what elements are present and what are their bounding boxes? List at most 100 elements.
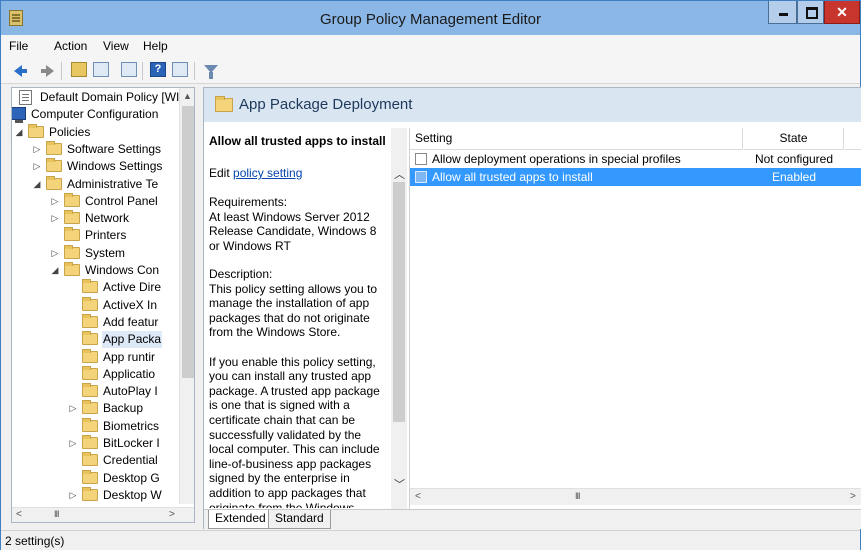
tree-item-label: Computer Configuration <box>31 107 159 122</box>
tree-item-label: Desktop W <box>103 487 162 502</box>
tree-item-label: AutoPlay I <box>103 384 158 399</box>
expand-arrow-icon[interactable]: ▷ <box>68 435 78 452</box>
folder-icon <box>82 452 98 467</box>
details-title: App Package Deployment <box>239 96 413 113</box>
expand-arrow-icon[interactable]: ▷ <box>32 158 42 175</box>
tree-item-label: Add featur <box>103 314 159 329</box>
folder-icon <box>64 210 80 225</box>
tree-item-label: Default Domain Policy [WIN <box>40 90 189 104</box>
title-bar[interactable]: Group Policy Management Editor ✕ <box>1 1 860 35</box>
scroll-down-icon[interactable]: ﹀ <box>394 476 405 492</box>
tree-item-label: Administrative Te <box>67 176 159 191</box>
scroll-up-icon[interactable]: ▲ <box>183 91 192 101</box>
tree-item-label: Network <box>85 211 130 226</box>
description-text: Description: This policy setting allows … <box>209 267 380 508</box>
computer-icon <box>12 107 26 124</box>
description-scrollbar[interactable]: ︿ ﹀ <box>391 128 407 510</box>
folder-icon <box>46 158 62 173</box>
policy-doc-icon <box>19 90 32 105</box>
tree-item-label: Policies <box>49 124 91 139</box>
forward-arrow-icon[interactable] <box>41 65 54 77</box>
show-hide-action-pane-icon[interactable] <box>172 62 188 77</box>
window-title: Group Policy Management Editor <box>320 11 541 28</box>
column-header-state[interactable]: State <box>744 128 844 150</box>
tree-item-label: Credential <box>103 453 158 468</box>
menu-file[interactable]: File <box>9 39 28 53</box>
collapse-arrow-icon[interactable]: ◢ <box>32 176 42 193</box>
expand-arrow-icon[interactable]: ▷ <box>32 141 42 158</box>
tree-horizontal-scrollbar[interactable]: < III > <box>12 507 194 522</box>
back-arrow-icon[interactable] <box>14 65 27 77</box>
tree-item-label: App Packa <box>102 331 163 349</box>
tree-item-label: BitLocker I <box>103 436 160 450</box>
details-pane: App Package Deployment Allow all trusted… <box>203 87 861 529</box>
menu-action[interactable]: Action <box>54 39 87 53</box>
scroll-left-icon[interactable]: < <box>415 491 421 502</box>
folder-icon <box>64 227 80 242</box>
folder-icon <box>82 296 98 311</box>
policy-setting-icon <box>415 153 427 165</box>
menu-view[interactable]: View <box>103 39 129 53</box>
folder-icon <box>64 192 80 207</box>
toolbar: ? <box>1 57 860 84</box>
folder-icon <box>82 365 98 380</box>
help-icon[interactable]: ? <box>150 62 166 77</box>
minimize-button[interactable] <box>768 1 797 24</box>
folder-icon <box>28 123 44 138</box>
description-title: Allow all trusted apps to install <box>209 134 386 148</box>
setting-state: Not configured <box>754 152 834 166</box>
folder-icon <box>82 469 98 484</box>
policy-setting-row[interactable]: Allow all trusted apps to install Enabled <box>410 168 861 186</box>
tree-vertical-scrollbar[interactable]: ▲ <box>179 88 194 504</box>
up-one-level-icon[interactable] <box>71 62 87 77</box>
scroll-up-icon[interactable]: ︿ <box>394 166 405 182</box>
requirements-text: Requirements: At least Windows Server 20… <box>209 195 377 253</box>
expand-arrow-icon[interactable]: ▷ <box>68 487 78 504</box>
edit-policy-setting-link[interactable]: policy setting <box>233 166 302 180</box>
scroll-left-icon[interactable]: < <box>16 509 22 520</box>
toolbar-separator <box>142 62 143 80</box>
column-header-setting[interactable]: Setting <box>410 128 743 150</box>
scroll-right-icon[interactable]: > <box>850 491 856 502</box>
show-hide-tree-icon[interactable] <box>93 62 109 77</box>
list-scroll-grip[interactable]: III <box>575 491 580 501</box>
scroll-right-icon[interactable]: > <box>169 509 175 520</box>
folder-icon <box>82 400 98 415</box>
tree-item-label: Control Panel <box>85 193 158 208</box>
collapse-arrow-icon[interactable]: ◢ <box>50 262 60 279</box>
expand-arrow-icon[interactable]: ▷ <box>50 193 60 210</box>
setting-name: Allow all trusted apps to install <box>432 170 593 184</box>
extended-description: Allow all trusted apps to install Edit p… <box>204 128 409 508</box>
export-list-icon[interactable] <box>121 62 137 77</box>
maximize-button[interactable] <box>797 1 824 24</box>
tab-extended[interactable]: Extended <box>208 510 273 529</box>
menu-bar: File Action View Help <box>1 35 860 57</box>
description-scroll-thumb[interactable] <box>393 182 405 422</box>
column-header-spacer[interactable] <box>845 128 861 150</box>
folder-icon <box>215 96 233 112</box>
tree-item-label: Active Dire <box>103 280 162 295</box>
tab-standard[interactable]: Standard <box>268 510 331 529</box>
edit-line: Edit policy setting <box>209 166 302 181</box>
policy-setting-icon <box>415 171 427 183</box>
menu-help[interactable]: Help <box>143 39 168 53</box>
tree-scroll-thumb[interactable] <box>182 106 194 378</box>
folder-icon <box>82 435 98 449</box>
collapse-arrow-icon[interactable]: ◢ <box>14 124 24 141</box>
expand-arrow-icon[interactable]: ▷ <box>50 210 60 227</box>
expand-arrow-icon[interactable]: ▷ <box>68 400 78 417</box>
tree-scroll-grip[interactable]: III <box>54 509 59 519</box>
filter-icon[interactable] <box>204 65 218 79</box>
console-tree[interactable]: Default Domain Policy [WIN ◢ Computer Conf… <box>11 87 195 523</box>
tree-item-label: Desktop G <box>103 470 160 485</box>
policy-setting-row[interactable]: Allow deployment operations in special p… <box>410 150 861 168</box>
close-button[interactable]: ✕ <box>824 1 860 24</box>
status-text: 2 setting(s) <box>5 534 65 548</box>
list-horizontal-scrollbar[interactable]: < III > <box>410 488 861 505</box>
view-tabs: Extended Standard <box>204 509 861 529</box>
edit-prefix: Edit <box>209 166 234 180</box>
folder-icon <box>82 486 98 501</box>
folder-icon <box>82 348 98 363</box>
expand-arrow-icon[interactable]: ▷ <box>50 245 60 262</box>
toolbar-separator <box>61 62 62 80</box>
